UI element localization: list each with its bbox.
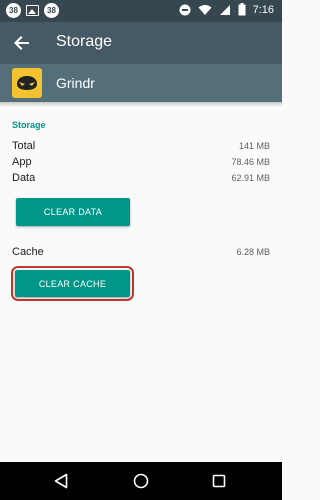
- total-row: Total 141 MB: [12, 140, 270, 154]
- status-bar-notifications: 38 38: [6, 3, 59, 18]
- nav-back-button[interactable]: [51, 471, 71, 491]
- app-name: Grindr: [56, 75, 95, 91]
- nav-recents-button[interactable]: [209, 471, 229, 491]
- signal-icon: [219, 4, 230, 15]
- total-label: Total: [12, 140, 36, 152]
- back-triangle-icon: [54, 473, 68, 489]
- minus-circle-icon: [179, 4, 191, 15]
- cache-row: Cache 6.28 MB: [12, 246, 270, 260]
- grindr-logo-icon: [12, 68, 42, 98]
- storage-section-title: Storage: [12, 120, 46, 130]
- nav-home-button[interactable]: [131, 471, 151, 491]
- clock: 7:16: [252, 3, 274, 16]
- app-bar: Storage: [0, 22, 282, 64]
- home-circle-icon: [133, 473, 149, 489]
- clear-data-button[interactable]: CLEAR DATA: [16, 198, 130, 226]
- image-notification-icon: [26, 5, 39, 16]
- app-value: 78.46 MB: [231, 157, 270, 167]
- arrow-back-icon: [14, 36, 29, 50]
- data-value: 62.91 MB: [231, 173, 270, 183]
- total-value: 141 MB: [238, 141, 270, 151]
- notification-badge-icon: 38: [44, 3, 59, 18]
- app-row: App 78.46 MB: [12, 156, 270, 170]
- wifi-icon: [198, 4, 212, 15]
- clear-cache-button[interactable]: CLEAR CACHE: [15, 270, 130, 297]
- cache-label: Cache: [12, 246, 44, 258]
- data-row: Data 62.91 MB: [12, 172, 270, 186]
- recents-square-icon: [212, 474, 226, 488]
- app-header: Grindr: [0, 64, 282, 102]
- status-bar: 38 38 7:16: [0, 0, 282, 22]
- back-button[interactable]: [8, 29, 36, 57]
- header-shadow: [0, 102, 282, 107]
- cache-value: 6.28 MB: [236, 247, 270, 257]
- app-label: App: [12, 156, 32, 168]
- page-title: Storage: [56, 33, 113, 50]
- notification-badge-icon: 38: [6, 3, 21, 18]
- status-bar-system: 7:16: [179, 3, 274, 16]
- battery-icon: [238, 3, 246, 16]
- data-label: Data: [12, 172, 36, 184]
- navigation-bar: [0, 462, 282, 500]
